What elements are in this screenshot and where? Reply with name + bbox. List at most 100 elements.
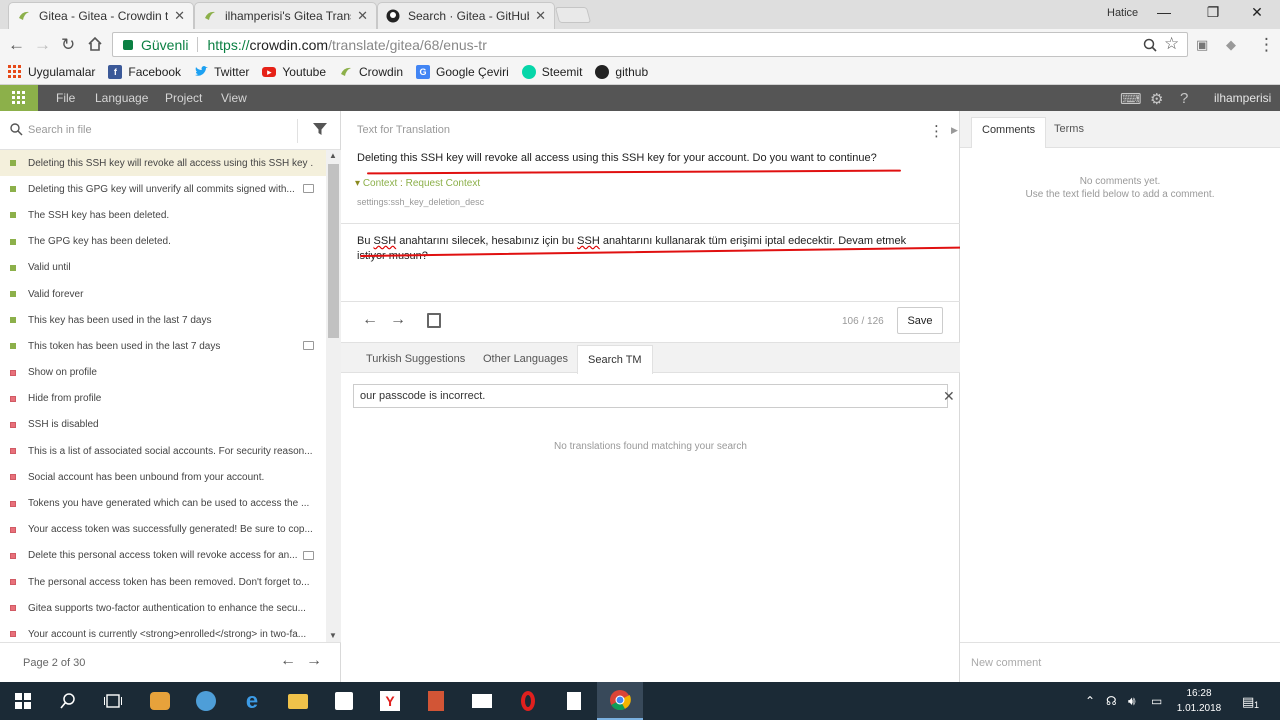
network-icon[interactable]: ☊ — [1106, 694, 1117, 708]
extension-icon[interactable]: ▣ — [1196, 37, 1208, 53]
string-list-item[interactable]: Show on profile — [0, 360, 326, 386]
scrollbar[interactable]: ▲ ▼ — [326, 150, 341, 642]
close-tab-icon[interactable]: ✕ — [174, 8, 185, 24]
browser-tab-github[interactable]: Search · Gitea - GitHub ✕ — [377, 2, 555, 29]
menu-language[interactable]: Language — [95, 91, 148, 105]
taskbar-explorer[interactable] — [275, 682, 321, 720]
request-context-link[interactable]: Request Context — [406, 178, 481, 189]
start-button[interactable] — [0, 682, 46, 720]
taskbar-yandex[interactable]: Y — [367, 682, 413, 720]
reload-icon[interactable]: ↻ — [61, 35, 75, 55]
string-list-item[interactable]: Valid forever — [0, 281, 326, 307]
tab-turkish-suggestions[interactable]: Turkish Suggestions — [366, 353, 465, 365]
bookmark-youtube[interactable]: ▸ Youtube — [262, 65, 326, 79]
string-list-item[interactable]: Social account has been unbound from you… — [0, 464, 326, 490]
bookmark-apps[interactable]: Uygulamalar — [8, 65, 95, 79]
menu-project[interactable]: Project — [165, 91, 202, 105]
context-toggle[interactable]: ▾ Context : Request Context — [355, 178, 480, 189]
taskbar-edge[interactable]: e — [229, 682, 275, 720]
search-input[interactable]: Search in file — [28, 124, 92, 136]
string-list-item[interactable]: Delete this personal access token will r… — [0, 543, 326, 569]
string-list-item[interactable]: This token has been used in the last 7 d… — [0, 333, 326, 359]
collapse-right-icon[interactable]: ▶ — [951, 125, 958, 136]
string-list-item[interactable]: Tokens you have generated which can be u… — [0, 490, 326, 516]
string-list-item[interactable]: SSH is disabled — [0, 412, 326, 438]
bookmark-github[interactable]: github — [595, 65, 648, 79]
string-list-item[interactable]: Valid until — [0, 255, 326, 281]
omnibox[interactable]: Güvenli https:// crowdin.com /translate/… — [112, 32, 1188, 57]
taskbar-app[interactable] — [551, 682, 597, 720]
save-button[interactable]: Save — [897, 307, 943, 334]
browser-profile-name[interactable]: Hatice — [1107, 7, 1138, 19]
tab-comments[interactable]: Comments — [971, 117, 1047, 148]
string-list-item[interactable]: Gitea supports two-factor authentication… — [0, 595, 326, 621]
menu-dots-icon[interactable]: ⋮ — [1258, 35, 1275, 55]
home-icon[interactable] — [87, 36, 103, 52]
close-tab-icon[interactable]: ✕ — [357, 8, 368, 24]
clock[interactable]: 16:28 1.01.2018 — [1176, 686, 1222, 716]
taskbar-store[interactable] — [321, 682, 367, 720]
taskbar-search[interactable] — [45, 682, 91, 720]
prev-string-icon[interactable]: ← — [362, 311, 378, 329]
taskbar-mail[interactable] — [459, 682, 505, 720]
taskbar-app[interactable] — [183, 682, 229, 720]
close-tab-icon[interactable]: ✕ — [535, 8, 546, 24]
bookmark-facebook[interactable]: f Facebook — [108, 65, 181, 79]
menu-view[interactable]: View — [221, 91, 247, 105]
task-view-button[interactable] — [90, 682, 136, 720]
string-list-item[interactable]: The personal access token has been remov… — [0, 569, 326, 595]
string-list-item[interactable]: The GPG key has been deleted. — [0, 229, 326, 255]
bookmark-twitter[interactable]: Twitter — [194, 65, 249, 79]
scroll-up-icon[interactable]: ▲ — [329, 151, 337, 160]
gear-icon[interactable]: ⚙ — [1150, 90, 1163, 108]
menu-file[interactable]: File — [56, 91, 75, 105]
scroll-down-icon[interactable]: ▼ — [329, 631, 337, 640]
string-list-item[interactable]: This key has been used in the last 7 day… — [0, 307, 326, 333]
browser-tab-transl[interactable]: ilhamperisi's Gitea Transl ✕ — [194, 2, 377, 29]
volume-icon[interactable]: 🔊︎ — [1128, 694, 1136, 709]
tab-terms[interactable]: Terms — [1054, 123, 1084, 135]
back-arrow-icon[interactable]: ← — [8, 35, 25, 55]
window-close-icon[interactable]: ✕ — [1247, 4, 1267, 21]
prev-page-icon[interactable]: ← — [280, 652, 296, 670]
scroll-thumb[interactable] — [328, 164, 339, 338]
string-list-item[interactable]: Your account is currently <strong>enroll… — [0, 621, 326, 642]
clear-icon[interactable]: ✕ — [943, 388, 955, 405]
string-list-item[interactable]: Deleting this SSH key will revoke all ac… — [0, 150, 326, 177]
battery-icon[interactable]: ▭ — [1151, 694, 1162, 708]
tm-search-input[interactable]: our passcode is incorrect. ✕ — [353, 384, 955, 408]
taskbar-app[interactable] — [137, 682, 183, 720]
help-icon[interactable]: ? — [1180, 90, 1188, 107]
notifications-icon[interactable]: ▤ — [1242, 694, 1254, 710]
new-tab-button[interactable] — [554, 7, 592, 23]
zoom-icon[interactable] — [1143, 38, 1157, 52]
filter-icon[interactable] — [313, 122, 327, 136]
bookmark-star-icon[interactable]: ☆ — [1164, 34, 1179, 54]
apps-menu-button[interactable] — [0, 85, 38, 111]
string-list-item[interactable]: The SSH key has been deleted. — [0, 202, 326, 228]
bookmark-steemit[interactable]: Steemit — [521, 65, 582, 79]
taskbar-chrome[interactable] — [597, 682, 643, 720]
minimize-icon[interactable]: — — [1154, 4, 1174, 20]
copy-source-icon[interactable] — [427, 313, 441, 328]
taskbar-opera[interactable] — [505, 682, 551, 720]
string-list-item[interactable]: Deleting this GPG key will unverify all … — [0, 176, 326, 202]
new-comment-input[interactable]: New comment — [960, 642, 1280, 682]
next-string-icon[interactable]: → — [390, 311, 406, 329]
keyboard-icon[interactable]: ⌨ — [1120, 90, 1142, 108]
forward-arrow-icon[interactable]: → — [34, 35, 51, 55]
bookmark-crowdin[interactable]: Crowdin — [339, 65, 403, 79]
user-menu[interactable]: ilhamperisi — [1214, 91, 1271, 105]
tray-chevron-icon[interactable]: ⌃ — [1085, 694, 1095, 708]
restore-icon[interactable]: ❐ — [1203, 4, 1223, 21]
context-link[interactable]: Context — [363, 178, 397, 189]
browser-tab-crowdin[interactable]: Gitea - Gitea - Crowdin t ✕ — [8, 2, 194, 29]
more-options-icon[interactable]: ⋮ — [929, 122, 944, 140]
next-page-icon[interactable]: → — [306, 652, 322, 670]
string-list-item[interactable]: This is a list of associated social acco… — [0, 438, 326, 464]
string-list-item[interactable]: Hide from profile — [0, 386, 326, 412]
extension-icon[interactable]: ◆ — [1226, 37, 1236, 53]
taskbar-app[interactable] — [413, 682, 459, 720]
tab-search-tm[interactable]: Search TM — [577, 345, 653, 374]
tab-other-languages[interactable]: Other Languages — [483, 353, 568, 365]
